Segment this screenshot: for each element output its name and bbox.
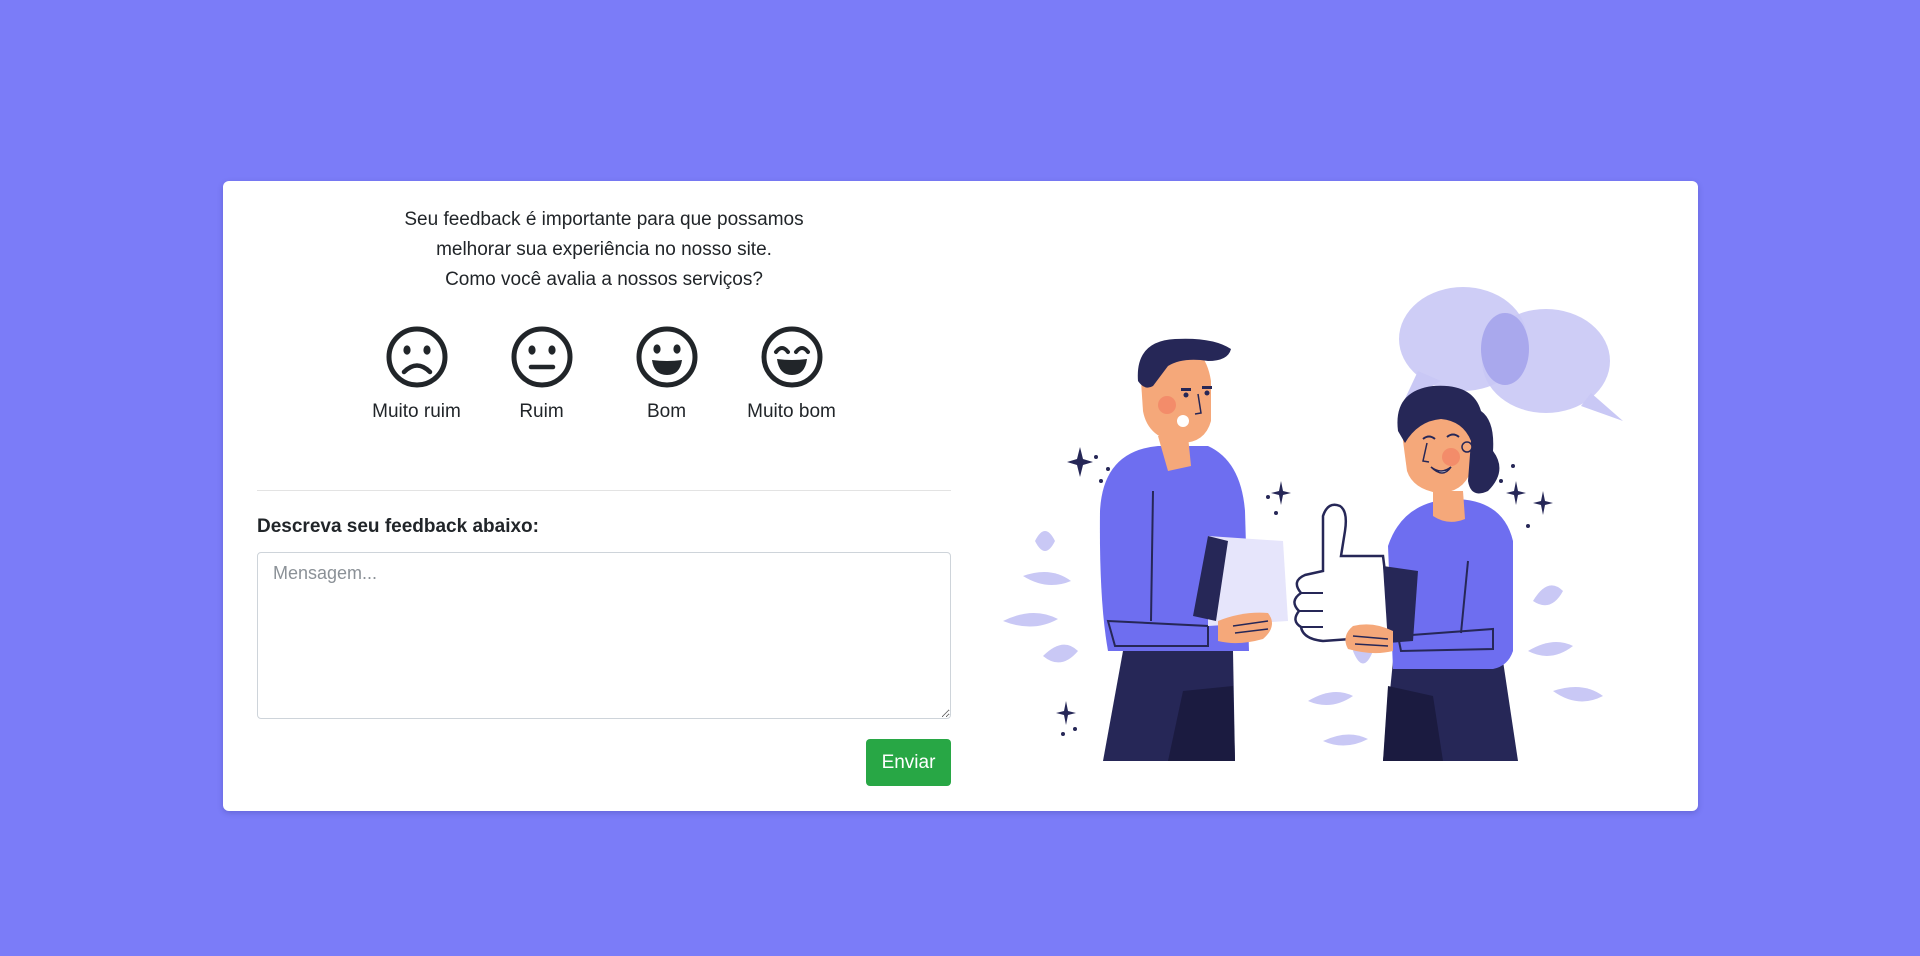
intro-line-3: Como você avalia a nossos serviços?	[445, 269, 763, 290]
form-divider	[257, 490, 951, 491]
send-button[interactable]: Enviar	[866, 739, 951, 786]
rating-options: Muito ruim Ruim Bom Muito bom	[257, 325, 951, 423]
very-sad-face-icon	[386, 326, 447, 388]
neutral-face-icon	[511, 326, 572, 388]
intro-line-2: melhorar sua experiência no nosso site.	[436, 239, 772, 260]
leaves-left	[1003, 531, 1078, 663]
rating-label: Muito ruim	[372, 401, 461, 422]
feedback-illustration	[1003, 287, 1623, 761]
rating-bom[interactable]: Bom	[606, 325, 727, 423]
thumbs-up-icon	[1293, 503, 1395, 643]
feedback-textarea[interactable]	[257, 552, 951, 719]
intro-line-1: Seu feedback é importante para que possa…	[404, 209, 804, 230]
rating-label: Bom	[646, 401, 687, 422]
rating-label: Ruim	[519, 401, 564, 422]
rating-muito-ruim[interactable]: Muito ruim	[356, 325, 477, 423]
feedback-label: Descreva seu feedback abaixo:	[257, 516, 539, 537]
feedback-form: Seu feedback é importante para que possa…	[257, 181, 951, 811]
rating-label: Muito bom	[747, 401, 836, 422]
man-figure	[1099, 338, 1288, 761]
rating-ruim[interactable]: Ruim	[481, 325, 602, 423]
feedback-card: Seu feedback é importante para que possa…	[223, 181, 1698, 811]
rating-muito-bom[interactable]: Muito bom	[731, 325, 852, 423]
happy-face-icon	[636, 326, 697, 388]
very-happy-face-icon	[761, 326, 822, 388]
intro-text: Seu feedback é importante para que possa…	[257, 205, 951, 295]
